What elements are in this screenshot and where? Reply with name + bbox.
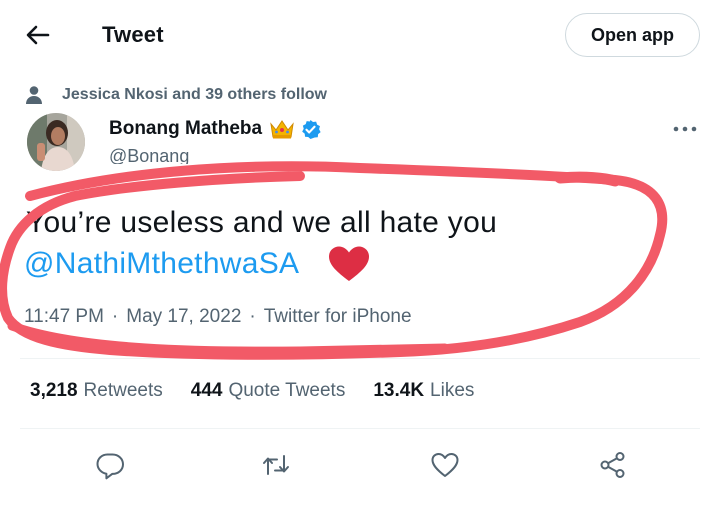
person-icon <box>26 86 42 104</box>
quote-tweets-stat[interactable]: 444 Quote Tweets <box>191 380 346 402</box>
retweet-icon[interactable] <box>261 450 291 480</box>
top-bar: Tweet Open app <box>0 0 720 72</box>
quote-tweets-count: 444 <box>190 380 223 401</box>
open-app-button[interactable]: Open app <box>565 13 700 57</box>
avatar[interactable] <box>27 113 85 171</box>
tweet-time[interactable]: 11:47 PM <box>24 306 104 328</box>
red-heart-emoji-icon <box>329 246 369 281</box>
separator: · <box>249 306 256 327</box>
social-context-text[interactable]: Jessica Nkosi and 39 others follow <box>62 86 327 104</box>
tweet-text: You’re useless and we all hate you <box>26 206 498 239</box>
likes-label: Likes <box>430 380 475 401</box>
page-title: Tweet <box>102 22 164 47</box>
reply-icon[interactable] <box>95 450 125 480</box>
crown-emoji-icon <box>270 120 294 139</box>
tweet-metadata: 11:47 PM · May 17, 2022 · Twitter for iP… <box>24 306 412 328</box>
likes-stat[interactable]: 13.4K Likes <box>373 380 474 402</box>
author-name-row: Bonang Matheba <box>109 116 321 142</box>
separator: · <box>111 306 119 327</box>
like-icon[interactable] <box>430 450 460 480</box>
retweets-stat[interactable]: 3,218 Retweets <box>30 380 163 402</box>
social-context: Jessica Nkosi and 39 others follow <box>24 84 327 106</box>
likes-count: 13.4K <box>373 380 425 401</box>
verified-badge-icon <box>302 119 321 139</box>
author-name[interactable]: Bonang Matheba <box>109 118 262 140</box>
tweet-date[interactable]: May 17, 2022 <box>126 306 241 328</box>
share-icon[interactable] <box>598 450 628 480</box>
tweet-source[interactable]: Twitter for iPhone <box>264 306 412 328</box>
mention-link[interactable]: @NathiMthethwaSA <box>24 244 299 284</box>
retweets-label: Retweets <box>83 380 163 401</box>
tweet-stats: 3,218 Retweets 444 Quote Tweets 13.4K Li… <box>30 380 502 402</box>
divider <box>20 428 700 429</box>
quote-tweets-label: Quote Tweets <box>228 380 346 401</box>
divider <box>20 358 700 359</box>
more-options-icon[interactable] <box>672 121 698 137</box>
back-arrow-icon[interactable] <box>22 20 52 50</box>
action-bar <box>0 444 720 484</box>
retweets-count: 3,218 <box>30 380 78 401</box>
author-handle[interactable]: @Bonang <box>109 146 189 164</box>
